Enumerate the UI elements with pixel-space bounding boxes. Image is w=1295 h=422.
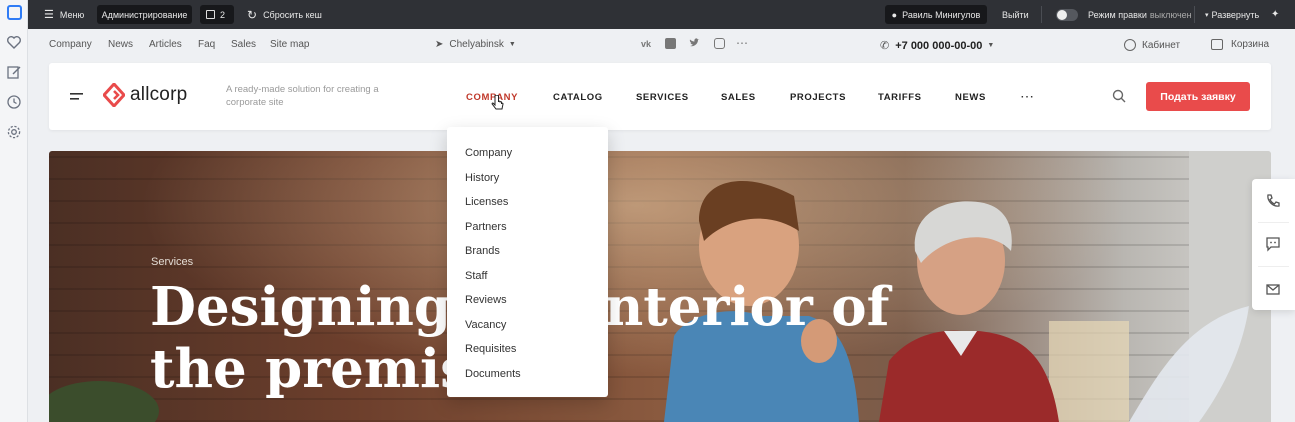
top-link-news[interactable]: News <box>108 39 133 50</box>
hero-banner: Services Designing the interior of the p… <box>49 151 1271 422</box>
nav-sales[interactable]: SALES <box>721 92 756 103</box>
app-square-icon[interactable] <box>7 5 22 20</box>
page-root: ☰ Меню Администрирование 2 ↻ Сбросить ке… <box>0 0 1295 422</box>
company-dropdown-menu: Company History Licenses Partners Brands… <box>447 127 608 397</box>
nav-catalog[interactable]: CATALOG <box>553 92 603 103</box>
clock-icon[interactable] <box>6 94 22 110</box>
reset-cache-label: Сбросить кеш <box>263 9 322 20</box>
logout-button[interactable]: Выйти <box>1002 0 1029 29</box>
nav-services[interactable]: SERVICES <box>636 92 689 103</box>
location-arrow-icon: ➤ <box>435 39 444 50</box>
admin-button[interactable]: Администрирование <box>97 5 192 24</box>
cart-icon <box>1211 39 1223 50</box>
reset-cache-button[interactable]: ↻ Сбросить кеш <box>247 0 322 29</box>
chat-icon[interactable] <box>1265 236 1281 252</box>
caret-down-icon: ▼ <box>987 42 995 49</box>
nav-news[interactable]: NEWS <box>955 92 986 103</box>
logo-mark-icon <box>103 83 125 107</box>
user-circle-icon <box>1124 39 1136 51</box>
toggle-knob <box>1057 9 1067 20</box>
instagram-icon[interactable] <box>714 38 725 49</box>
logo-text: allcorp <box>130 84 188 105</box>
nav-more-icon[interactable]: ⋯ <box>1020 88 1034 105</box>
notification-icon <box>206 10 215 19</box>
floating-contact-panel <box>1252 179 1295 310</box>
notification-count: 2 <box>220 9 226 20</box>
menu-label: Меню <box>59 9 85 20</box>
dropdown-item-requisites[interactable]: Requisites <box>465 343 516 355</box>
tagline: A ready-made solution for creating a cor… <box>226 84 379 108</box>
heart-icon[interactable] <box>6 34 22 50</box>
phone-selector[interactable]: ✆ +7 000 000-00-00 ▼ <box>880 39 995 53</box>
expand-label: Развернуть <box>1211 9 1260 20</box>
dropdown-item-staff[interactable]: Staff <box>465 270 487 282</box>
twitter-icon[interactable] <box>689 38 700 48</box>
cabinet-label: Кабинет <box>1142 39 1181 51</box>
cursor-hand-icon <box>491 95 505 113</box>
edit-mode-toggle[interactable]: Режим правки выключен <box>1056 0 1192 29</box>
cabinet-link[interactable]: Кабинет <box>1124 39 1180 51</box>
hero-eyebrow: Services <box>151 256 194 268</box>
divider <box>1041 6 1042 23</box>
logo[interactable]: allcorp <box>103 83 187 107</box>
site-header: allcorp A ready-made solution for creati… <box>49 63 1271 130</box>
top-link-articles[interactable]: Articles <box>149 39 182 50</box>
top-info-row: Company News Articles Faq Sales Site map… <box>28 29 1295 62</box>
user-button[interactable]: ● Равиль Минигулов <box>885 5 987 24</box>
nav-tariffs[interactable]: TARIFFS <box>878 92 922 103</box>
vk-icon[interactable]: vk <box>641 39 651 49</box>
city-selector[interactable]: ➤ Chelyabinsk ▼ <box>435 39 516 50</box>
dropdown-item-licenses[interactable]: Licenses <box>465 196 508 208</box>
user-name: Равиль Минигулов <box>902 9 981 20</box>
divider <box>1258 266 1289 267</box>
admin-bar: ☰ Меню Администрирование 2 ↻ Сбросить ке… <box>28 0 1295 29</box>
dropdown-item-brands[interactable]: Brands <box>465 245 500 257</box>
phone-icon: ✆ <box>880 40 890 52</box>
top-link-faq[interactable]: Faq <box>198 39 215 50</box>
divider <box>1194 6 1195 23</box>
facebook-icon[interactable] <box>665 38 676 49</box>
menu-button[interactable]: ☰ Меню <box>44 0 84 29</box>
dropdown-item-history[interactable]: History <box>465 172 499 184</box>
toggle-switch <box>1056 8 1078 21</box>
edit-mode-state: выключен <box>1149 9 1192 20</box>
refresh-icon: ↻ <box>247 7 258 22</box>
top-link-sales[interactable]: Sales <box>231 39 256 50</box>
notifications-button[interactable]: 2 <box>200 5 234 24</box>
search-icon[interactable] <box>1112 89 1126 103</box>
cart-label: Корзина <box>1231 39 1270 50</box>
admin-label: Администрирование <box>101 9 188 20</box>
mail-icon[interactable] <box>1265 281 1281 297</box>
logout-label: Выйти <box>1002 9 1029 20</box>
burger-menu-icon[interactable] <box>70 92 83 102</box>
edit-mode-label: Режим правки <box>1088 9 1147 20</box>
nav-projects[interactable]: PROJECTS <box>790 92 846 103</box>
top-link-site-map[interactable]: Site map <box>270 39 309 50</box>
dropdown-item-vacancy[interactable]: Vacancy <box>465 319 506 331</box>
left-rail <box>0 0 28 422</box>
cart-link[interactable]: Корзина <box>1211 39 1269 50</box>
more-social-icon[interactable]: ⋯ <box>736 36 748 50</box>
gear-icon[interactable] <box>6 124 22 140</box>
chevron-down-icon: ▾ <box>1205 11 1209 19</box>
city-name: Chelyabinsk <box>449 39 504 50</box>
callback-phone-icon[interactable] <box>1265 193 1281 209</box>
divider <box>1258 222 1289 223</box>
pin-icon[interactable]: ✦ <box>1271 0 1279 29</box>
dropdown-item-company[interactable]: Company <box>465 147 512 159</box>
caret-down-icon: ▼ <box>508 41 516 48</box>
dropdown-item-documents[interactable]: Documents <box>465 368 521 380</box>
top-link-company[interactable]: Company <box>49 39 92 50</box>
edit-icon[interactable] <box>6 64 22 80</box>
hamburger-icon: ☰ <box>44 9 54 21</box>
submit-request-button[interactable]: Подать заявку <box>1146 82 1250 111</box>
dropdown-item-reviews[interactable]: Reviews <box>465 294 507 306</box>
phone-number: +7 000 000-00-00 <box>895 39 983 52</box>
expand-button[interactable]: ▾ Развернуть <box>1205 0 1259 29</box>
user-icon: ● <box>891 9 898 20</box>
dropdown-item-partners[interactable]: Partners <box>465 221 507 233</box>
